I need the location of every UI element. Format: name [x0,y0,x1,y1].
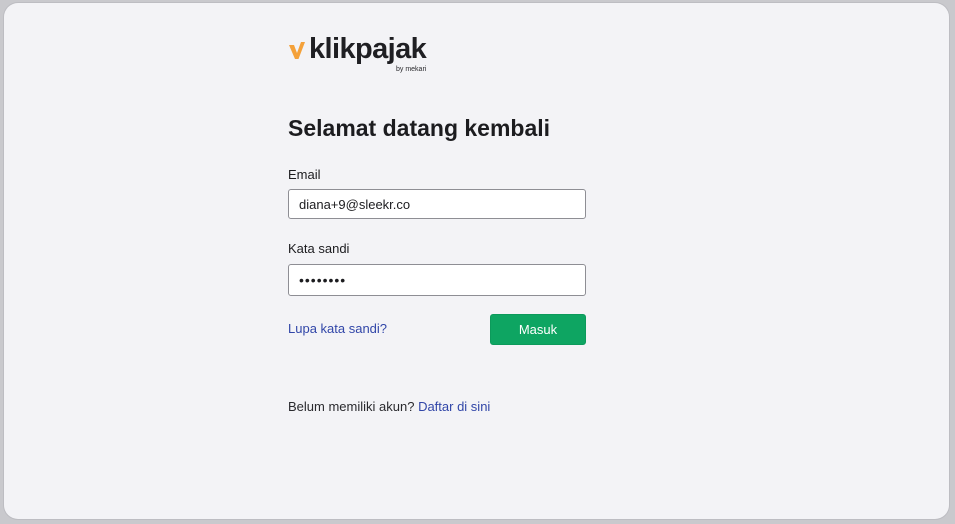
browser-window: klikpajak by mekari Selamat datang kemba… [4,3,949,519]
brand-name: klikpajak [309,33,427,65]
email-field[interactable] [288,189,586,219]
brand-tagline: by mekari [396,66,427,73]
login-button[interactable]: Masuk [490,314,586,345]
brand-logo: klikpajak by mekari [288,33,438,80]
page-title: Selamat datang kembali [288,115,551,141]
email-label: Email [288,167,321,182]
signup-prompt: Belum memiliki akun? [288,399,415,414]
password-label: Kata sandi [288,241,350,256]
forgot-password-link[interactable]: Lupa kata sandi? [288,321,387,336]
signup-link[interactable]: Daftar di sini [418,399,490,414]
password-field[interactable] [288,264,586,296]
signup-row: Belum memiliki akun? Daftar di sini [288,399,490,414]
checkmark-logo-icon [289,42,305,59]
